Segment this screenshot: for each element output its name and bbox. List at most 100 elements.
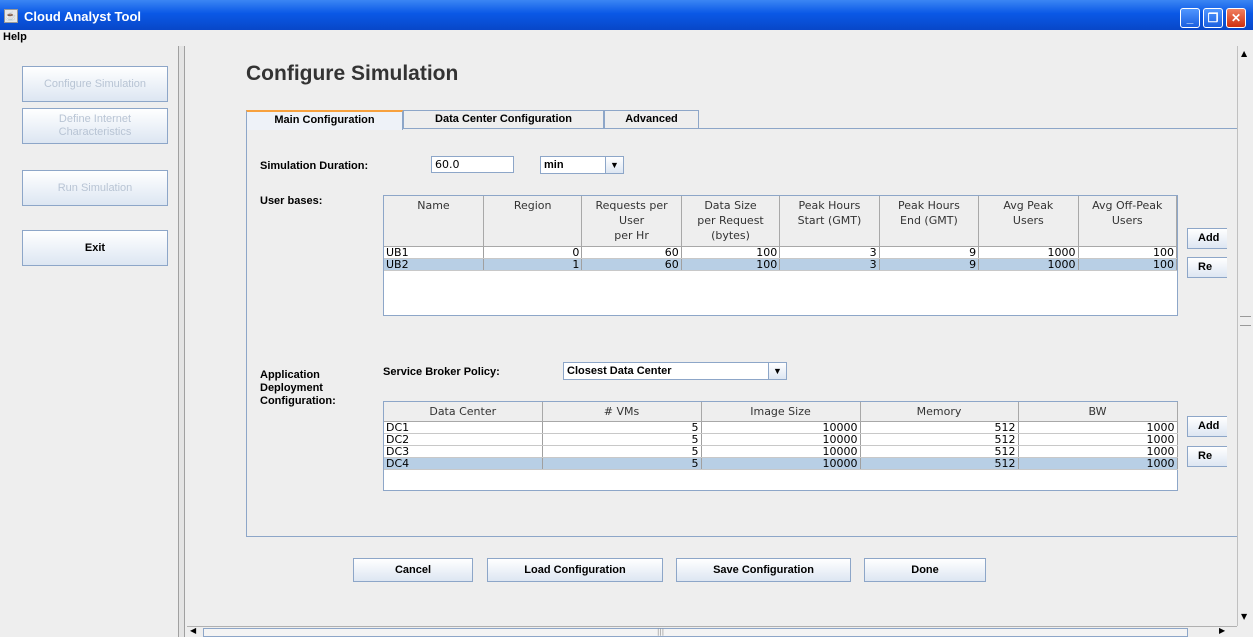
column-header-text: Region <box>513 199 552 212</box>
chevron-down-icon[interactable]: ▼ <box>768 363 786 379</box>
scrollbar-thumb[interactable] <box>1240 316 1251 326</box>
column-header-text: Peak Hours <box>897 199 960 212</box>
table-cell[interactable]: 9 <box>879 258 980 271</box>
exit-button[interactable]: Exit <box>22 230 168 266</box>
table-cell[interactable]: 100 <box>681 246 781 259</box>
scroll-left-icon[interactable]: ◀ <box>190 626 196 635</box>
table-cell[interactable]: 10000 <box>701 421 861 434</box>
table-cell[interactable]: 10000 <box>701 433 861 446</box>
user-bases-column-header[interactable]: Requests per User per Hr <box>581 196 682 247</box>
app-deployment-label-3: Configuration: <box>260 395 336 407</box>
table-cell[interactable]: DC1 <box>384 421 543 434</box>
scroll-right-icon[interactable]: ▶ <box>1219 626 1225 635</box>
table-cell[interactable]: DC2 <box>384 433 543 446</box>
table-cell[interactable]: 1 <box>483 258 583 271</box>
table-cell[interactable]: 512 <box>860 421 1019 434</box>
define-internet-characteristics-button[interactable]: Define Internet Characteristics <box>22 108 168 144</box>
table-cell[interactable]: 10000 <box>701 445 861 458</box>
table-cell[interactable]: 9 <box>879 246 980 259</box>
column-header-text: End (GMT) <box>900 214 958 227</box>
table-cell[interactable]: 3 <box>779 258 880 271</box>
scroll-down-icon[interactable]: ▼ <box>1241 612 1247 621</box>
column-header-text: Users <box>1012 214 1044 227</box>
duration-unit-select[interactable]: min ▼ <box>540 156 624 174</box>
table-row[interactable]: DC3 5 10000 512 1000 <box>384 445 1178 458</box>
deployment-column-header[interactable]: Image Size <box>701 402 861 422</box>
table-cell[interactable]: 1000 <box>1018 433 1178 446</box>
table-cell[interactable]: 512 <box>860 433 1019 446</box>
table-cell[interactable]: UB2 <box>384 258 484 271</box>
user-bases-column-header[interactable]: Data Size per Request (bytes) <box>681 196 781 247</box>
table-cell[interactable]: 512 <box>860 457 1019 470</box>
add-deployment-button[interactable]: Add <box>1187 416 1227 437</box>
chevron-down-icon[interactable]: ▼ <box>605 157 623 173</box>
tab-advanced[interactable]: Advanced <box>604 110 699 129</box>
service-broker-policy-select[interactable]: Closest Data Center ▼ <box>563 362 787 380</box>
close-button[interactable]: ✕ <box>1226 8 1246 28</box>
column-header-text: Requests per <box>595 199 668 212</box>
deployment-column-header[interactable]: # VMs <box>542 402 702 422</box>
table-row[interactable]: DC2 5 10000 512 1000 <box>384 433 1178 446</box>
table-cell[interactable]: 1000 <box>1018 445 1178 458</box>
scroll-up-icon[interactable]: ▲ <box>1241 49 1247 58</box>
table-cell[interactable]: 60 <box>581 258 682 271</box>
deployment-column-header[interactable]: Memory <box>860 402 1019 422</box>
table-cell[interactable]: 1000 <box>1018 457 1178 470</box>
done-button[interactable]: Done <box>864 558 986 582</box>
table-cell[interactable]: DC3 <box>384 445 543 458</box>
load-configuration-button[interactable]: Load Configuration <box>487 558 663 582</box>
table-cell[interactable]: DC4 <box>384 457 543 470</box>
table-cell[interactable]: 100 <box>1078 258 1178 271</box>
split-pane-divider[interactable] <box>178 46 185 637</box>
menu-help[interactable]: Help <box>3 31 27 43</box>
table-cell[interactable]: 3 <box>779 246 880 259</box>
simulation-duration-input[interactable]: 60.0 <box>431 156 514 173</box>
run-simulation-button[interactable]: Run Simulation <box>22 170 168 206</box>
save-configuration-button[interactable]: Save Configuration <box>676 558 851 582</box>
simulation-duration-label: Simulation Duration: <box>260 160 369 172</box>
table-cell[interactable]: 100 <box>1078 246 1178 259</box>
table-cell[interactable]: 100 <box>681 258 781 271</box>
table-cell[interactable]: 1000 <box>1018 421 1178 434</box>
table-row[interactable]: DC4 5 10000 512 1000 <box>384 457 1178 470</box>
table-cell[interactable]: 5 <box>542 433 702 446</box>
horizontal-scrollbar-thumb[interactable] <box>203 628 1188 637</box>
java-app-icon: ☕ <box>4 9 18 23</box>
remove-user-base-button[interactable]: Re <box>1187 257 1227 278</box>
table-cell[interactable]: 5 <box>542 421 702 434</box>
column-header-text: (bytes) <box>711 229 750 242</box>
cancel-button[interactable]: Cancel <box>353 558 473 582</box>
user-bases-column-header[interactable]: Peak Hours Start (GMT) <box>779 196 880 247</box>
tab-main-configuration[interactable]: Main Configuration <box>246 110 403 130</box>
add-user-base-button[interactable]: Add <box>1187 228 1227 249</box>
table-cell[interactable]: 512 <box>860 445 1019 458</box>
page-title: Configure Simulation <box>246 62 459 85</box>
table-cell[interactable]: 5 <box>542 457 702 470</box>
table-cell[interactable]: 60 <box>581 246 682 259</box>
table-cell[interactable]: UB1 <box>384 246 484 259</box>
table-cell[interactable]: 1000 <box>978 246 1079 259</box>
table-cell[interactable]: 1000 <box>978 258 1079 271</box>
vertical-scrollbar[interactable]: ▲ ▼ <box>1237 46 1253 626</box>
user-bases-column-header[interactable]: Region <box>483 196 583 247</box>
remove-deployment-button[interactable]: Re <box>1187 446 1227 467</box>
minimize-button[interactable]: _ <box>1180 8 1200 28</box>
table-cell[interactable]: 5 <box>542 445 702 458</box>
user-bases-column-header[interactable]: Avg Off-Peak Users <box>1078 196 1178 247</box>
data-center-deployment-table[interactable]: Data Center # VMs Image Size Memory BW DC1 5 1… <box>383 401 1178 491</box>
user-bases-column-header[interactable]: Peak Hours End (GMT) <box>879 196 980 247</box>
table-row[interactable]: UB2 1 60 100 3 9 1000 100 <box>384 258 1178 271</box>
user-bases-column-header[interactable]: Name <box>384 196 484 247</box>
table-cell[interactable]: 0 <box>483 246 583 259</box>
table-cell[interactable]: 10000 <box>701 457 861 470</box>
maximize-button[interactable]: ❐ <box>1203 8 1223 28</box>
table-row[interactable]: UB1 0 60 100 3 9 1000 100 <box>384 246 1178 259</box>
tab-data-center-configuration[interactable]: Data Center Configuration <box>403 110 604 129</box>
deployment-column-header[interactable]: BW <box>1018 402 1178 422</box>
user-bases-column-header[interactable]: Avg Peak Users <box>978 196 1079 247</box>
deployment-column-header[interactable]: Data Center <box>384 402 543 422</box>
configure-simulation-button[interactable]: Configure Simulation <box>22 66 168 102</box>
table-row[interactable]: DC1 5 10000 512 1000 <box>384 421 1178 434</box>
user-bases-table[interactable]: Name Region Requests per User per Hr Data Siz… <box>383 195 1178 316</box>
horizontal-scrollbar[interactable]: ◀ ||| ▶ <box>187 626 1237 637</box>
